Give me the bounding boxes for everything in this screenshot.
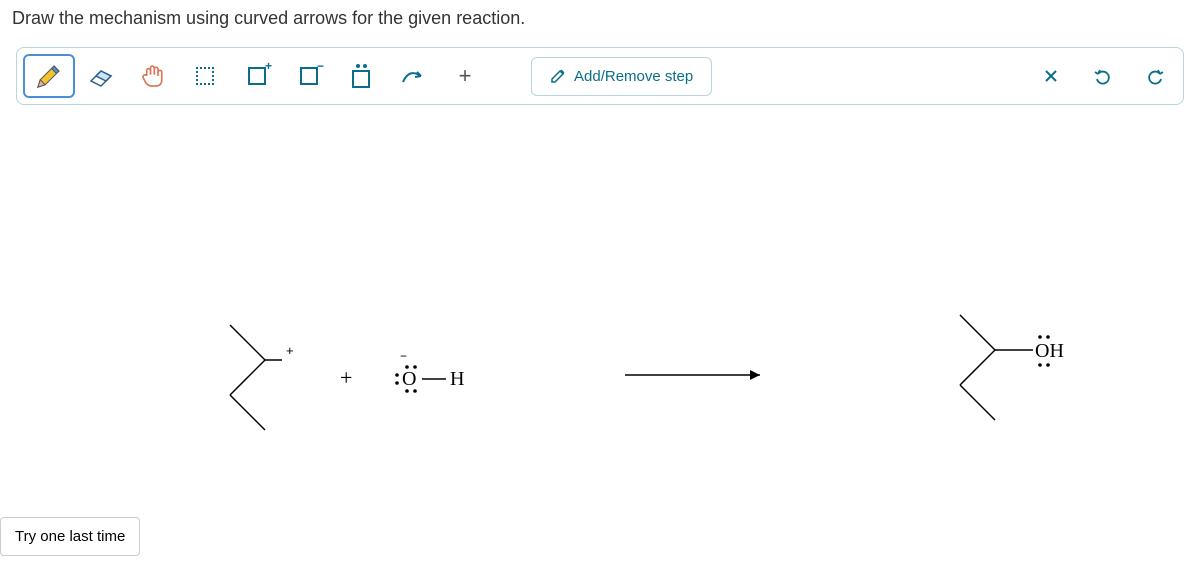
undo-button[interactable]	[1081, 54, 1125, 98]
carbocation-charge: +	[286, 343, 294, 358]
hand-tool[interactable]	[127, 54, 179, 98]
charge-plus-icon: +	[248, 67, 266, 85]
drawing-canvas[interactable]: + + − O H OH	[0, 105, 1200, 465]
eraser-tool[interactable]	[75, 54, 127, 98]
pencil-icon	[34, 61, 64, 91]
edit-icon	[550, 68, 566, 84]
marquee-icon	[196, 67, 214, 85]
redo-button[interactable]	[1133, 54, 1177, 98]
question-text: Draw the mechanism using curved arrows f…	[0, 0, 1200, 37]
util-buttons	[1029, 54, 1177, 98]
redo-icon	[1145, 66, 1165, 86]
svg-text:OH: OH	[1035, 340, 1064, 362]
undo-icon	[1093, 66, 1113, 86]
charge-minus-icon: −	[300, 67, 318, 85]
svg-text:O: O	[402, 368, 416, 390]
reactant-carbocation: +	[200, 305, 310, 445]
reaction-arrow	[620, 365, 770, 385]
toolbar: + − +	[16, 47, 1184, 105]
product-alcohol: OH	[930, 295, 1080, 445]
lone-pair-tool[interactable]	[335, 54, 387, 98]
hand-icon	[138, 61, 168, 91]
charge-minus-tool[interactable]: −	[283, 54, 335, 98]
pencil-tool[interactable]	[23, 54, 75, 98]
plus-icon: +	[459, 63, 472, 89]
reaction-plus: +	[340, 365, 352, 391]
eraser-icon	[86, 61, 116, 91]
try-again-button[interactable]: Try one last time	[0, 517, 140, 556]
try-again-label: Try one last time	[15, 528, 125, 545]
curved-arrow-tool[interactable]	[387, 54, 439, 98]
add-atom-tool[interactable]: +	[439, 54, 491, 98]
add-remove-step-button[interactable]: Add/Remove step	[531, 57, 712, 96]
toolbar-wrapper: + − +	[0, 37, 1200, 105]
add-remove-label: Add/Remove step	[574, 68, 693, 85]
svg-text:H: H	[450, 368, 464, 390]
charge-plus-tool[interactable]: +	[231, 54, 283, 98]
lone-pair-icon	[352, 64, 370, 88]
svg-text:−: −	[400, 349, 407, 363]
curved-arrow-icon	[399, 66, 427, 86]
close-button[interactable]	[1029, 54, 1073, 98]
marquee-tool[interactable]	[179, 54, 231, 98]
close-icon	[1043, 68, 1059, 84]
reactant-hydroxide: − O H	[380, 345, 480, 395]
